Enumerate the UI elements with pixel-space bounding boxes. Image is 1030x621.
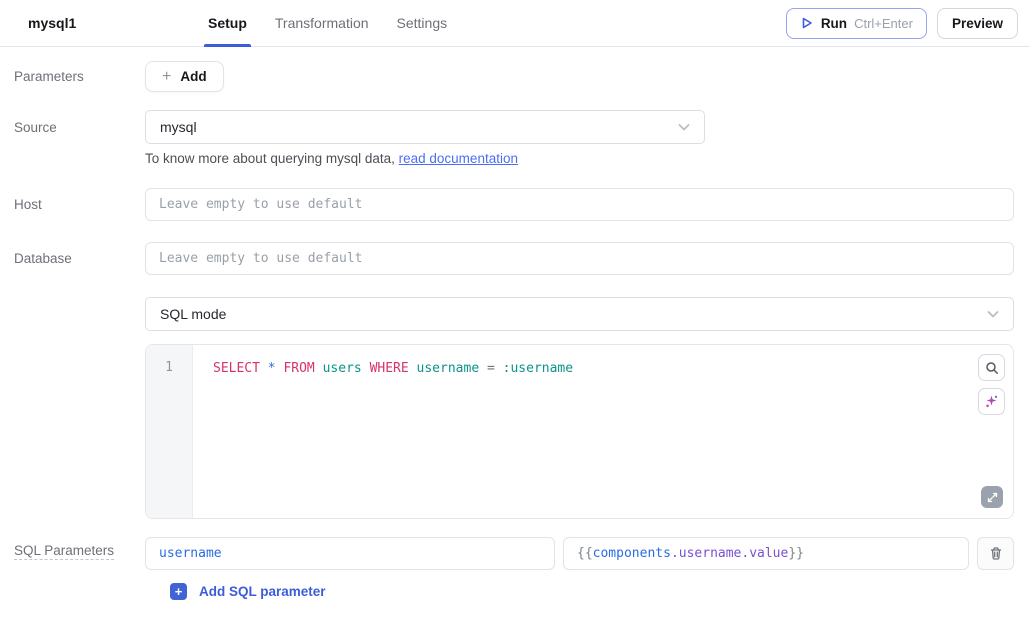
parameters-label: Parameters (0, 61, 145, 86)
sql-mode-value: SQL mode (160, 306, 226, 322)
binding-root: components (593, 546, 671, 561)
tab-transformation[interactable]: Transformation (275, 0, 369, 47)
add-parameter-button[interactable]: + Add (145, 61, 224, 92)
preview-button[interactable]: Preview (937, 8, 1018, 39)
setup-panel: Parameters + Add Source mysql To know mo… (0, 47, 1030, 601)
trash-icon (989, 546, 1003, 561)
sql-parameter-name-input[interactable] (145, 537, 555, 570)
binding-path: .username.value (671, 546, 788, 561)
add-parameter-label: Add (180, 69, 206, 84)
sql-code-editor[interactable]: 1 SELECT * FROM users WHERE username = :… (145, 344, 1014, 519)
chevron-down-icon (985, 306, 1001, 322)
read-documentation-link[interactable]: read documentation (399, 151, 518, 166)
chevron-down-icon (676, 119, 692, 135)
sql-token: SELECT (213, 361, 260, 376)
binding-close-brace: }} (788, 546, 804, 561)
sql-parameters-label: SQL Parameters (0, 537, 145, 560)
search-icon (985, 361, 999, 375)
editor-search-button[interactable] (978, 354, 1005, 381)
sql-token: FROM (283, 361, 314, 376)
source-label: Source (0, 110, 145, 137)
add-sql-parameter-button[interactable]: + Add SQL parameter (170, 583, 326, 600)
delete-parameter-button[interactable] (977, 537, 1014, 570)
sql-token: username (417, 361, 480, 376)
sql-token: * (268, 361, 276, 376)
editor-ai-assist-button[interactable] (978, 388, 1005, 415)
sql-parameter-value-input[interactable]: {{components.username.value}} (563, 537, 969, 570)
header-actions: Run Ctrl+Enter Preview (786, 8, 1018, 39)
editor-expand-button[interactable] (981, 486, 1003, 508)
run-label: Run (821, 16, 847, 31)
database-label: Database (0, 242, 145, 268)
query-header: mysql1 Setup Transformation Settings Run… (0, 0, 1030, 47)
code-line[interactable]: SELECT * FROM users WHERE username = :us… (193, 345, 1013, 518)
host-input[interactable] (145, 188, 1014, 221)
sql-parameter-row: {{components.username.value}} (145, 537, 1014, 570)
source-select[interactable]: mysql (145, 110, 705, 144)
sql-token: :username (503, 361, 573, 376)
expand-icon (987, 492, 998, 503)
plus-icon: + (170, 583, 187, 600)
line-number: 1 (165, 360, 173, 375)
tab-setup[interactable]: Setup (208, 0, 247, 47)
run-shortcut: Ctrl+Enter (854, 16, 913, 31)
database-input[interactable] (145, 242, 1014, 275)
binding-open-brace: {{ (577, 546, 593, 561)
sql-mode-select[interactable]: SQL mode (145, 297, 1014, 331)
source-helper-prefix: To know more about querying mysql data, (145, 151, 399, 166)
sql-parameters-label-text: SQL Parameters (14, 543, 114, 560)
source-select-value: mysql (160, 119, 197, 135)
tab-settings[interactable]: Settings (397, 0, 448, 47)
tab-bar: Setup Transformation Settings (208, 0, 447, 47)
host-label: Host (0, 188, 145, 214)
query-title: mysql1 (28, 15, 180, 31)
sql-token: WHERE (370, 361, 409, 376)
plus-icon: + (162, 69, 171, 85)
ai-sparkle-icon (984, 394, 999, 409)
editor-gutter: 1 (146, 345, 193, 518)
add-sql-parameter-label: Add SQL parameter (199, 584, 326, 599)
source-helper-text: To know more about querying mysql data, … (145, 151, 1014, 166)
sql-token: = (487, 361, 495, 376)
run-button[interactable]: Run Ctrl+Enter (786, 8, 927, 39)
sql-token: users (323, 361, 362, 376)
play-icon (800, 16, 814, 30)
